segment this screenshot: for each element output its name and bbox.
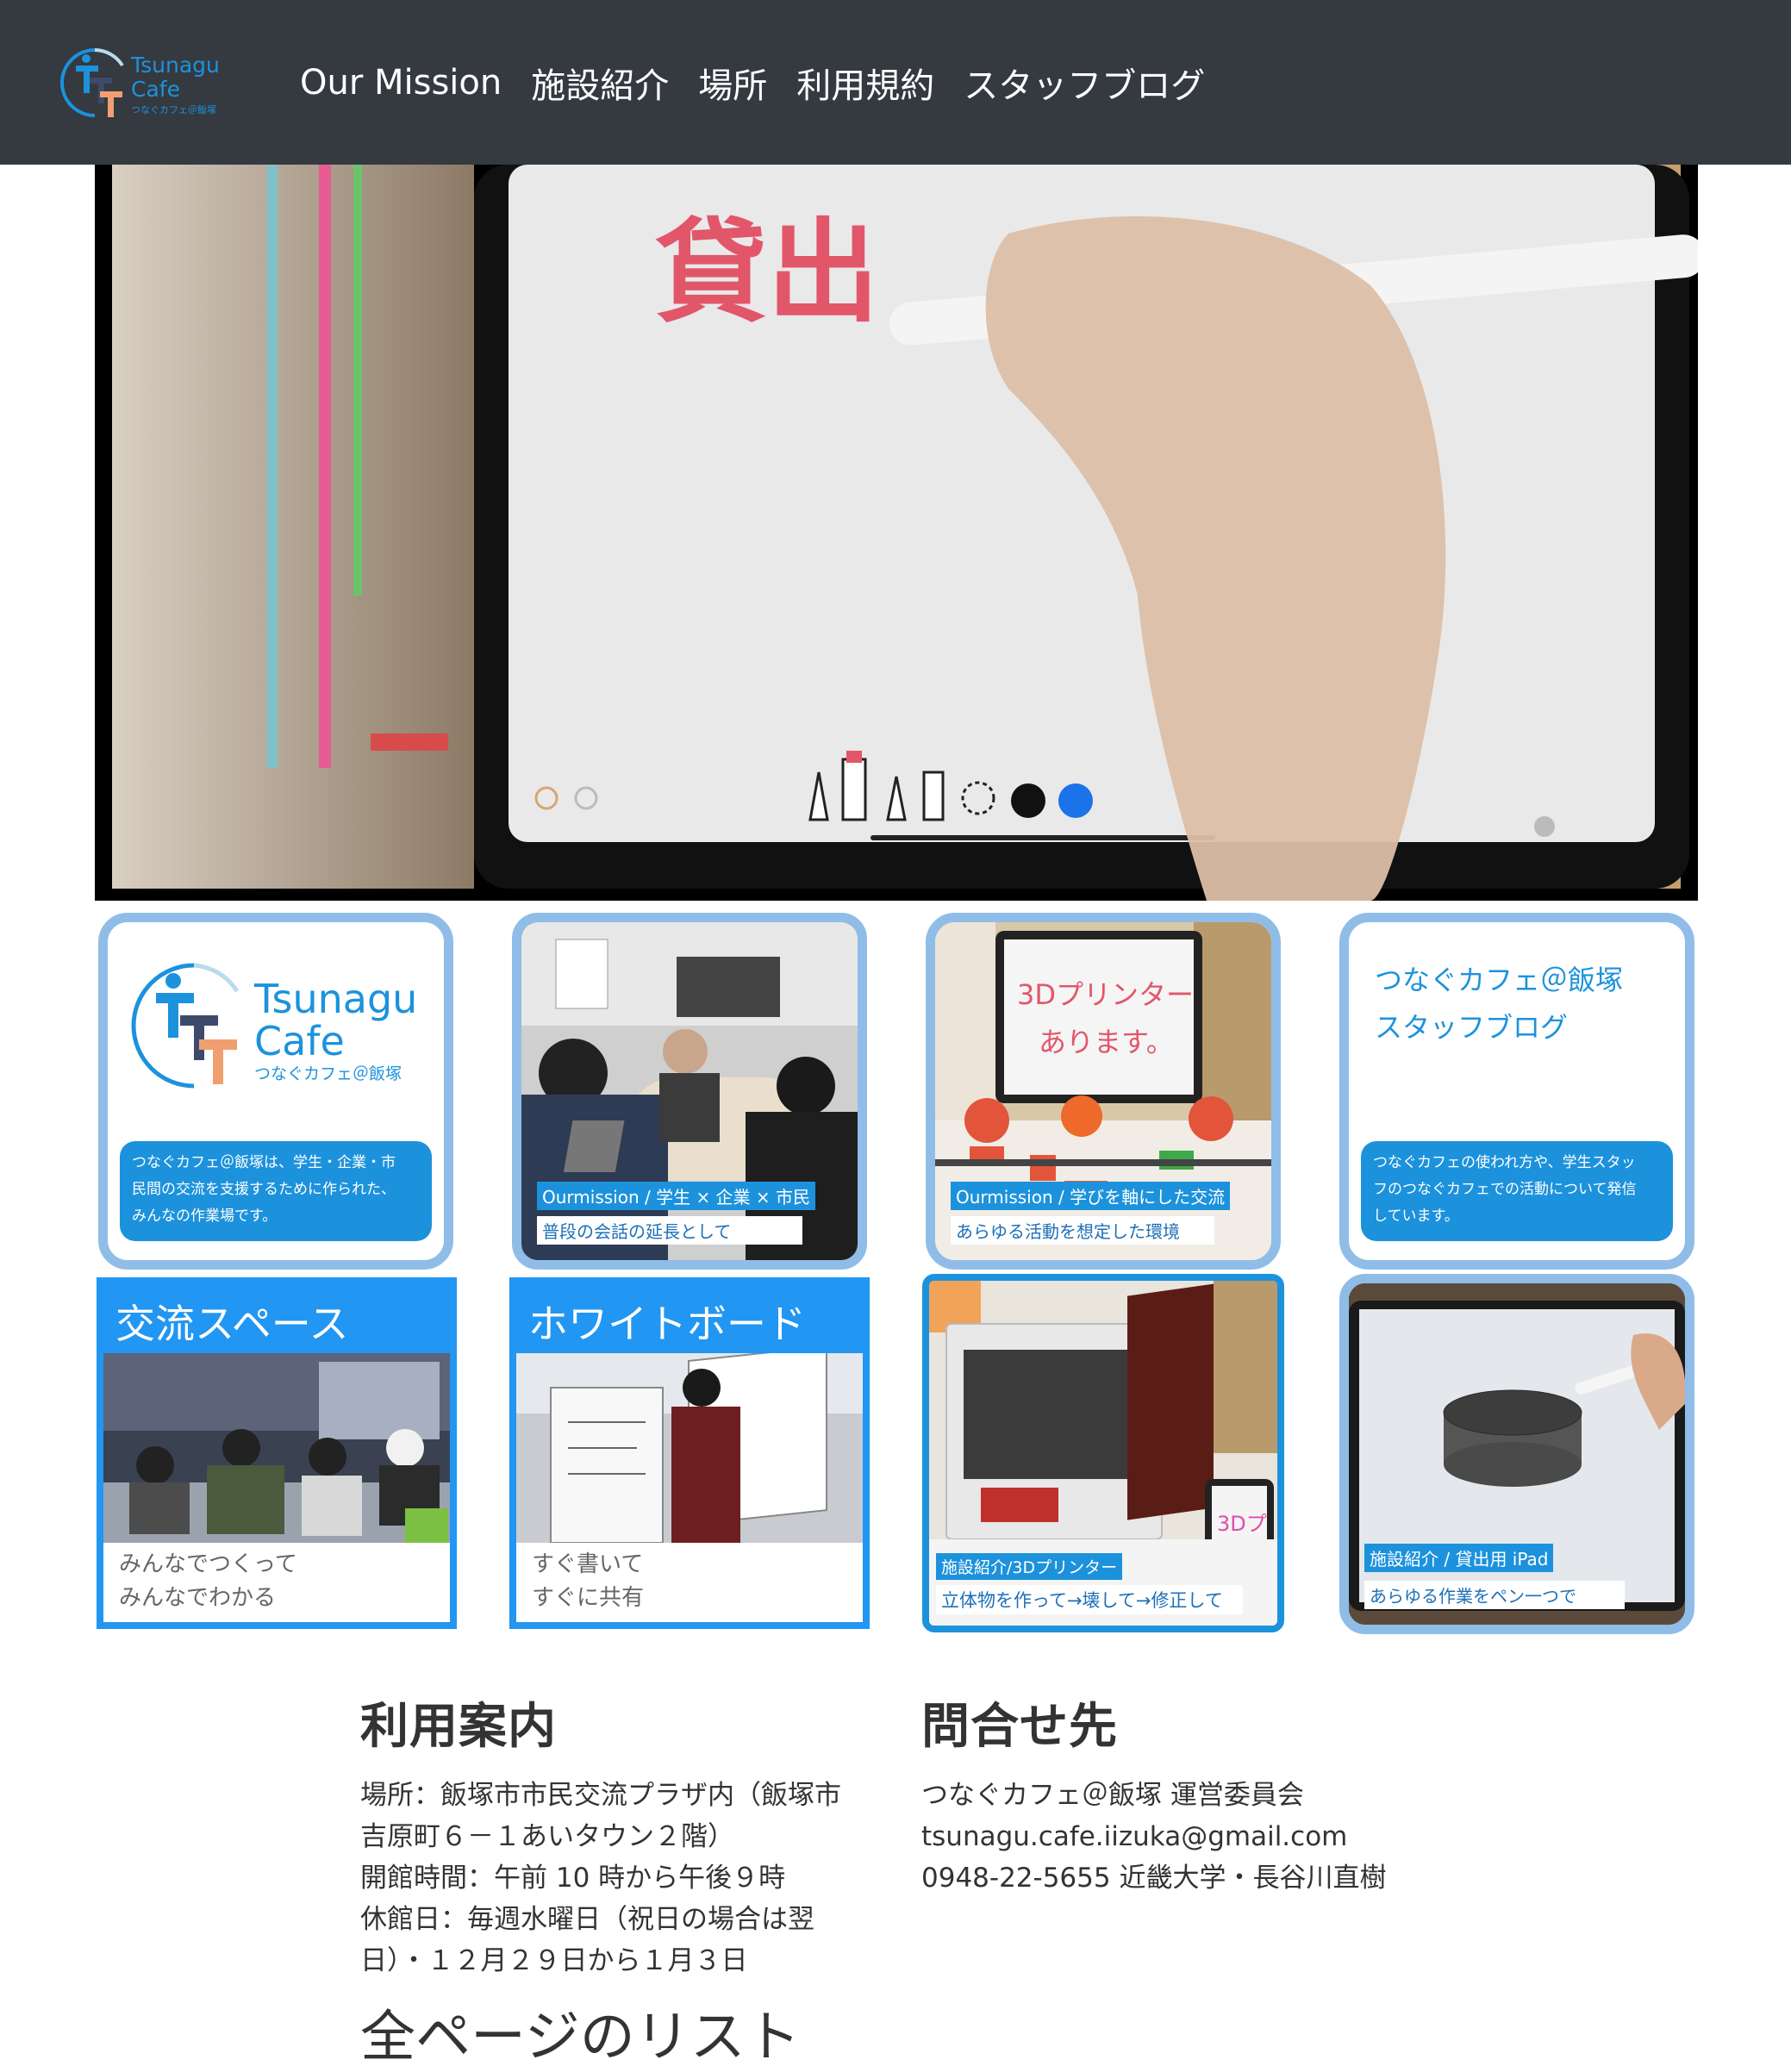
mission-subcaption: 普段の会話の延長として <box>537 1216 802 1245</box>
3d-printer-subcaption: 立体物を作って→壊して→修正して <box>936 1585 1243 1614</box>
whiteboard-card[interactable]: ホワイトボード すぐ書いて すぐに共有 <box>509 1277 870 1629</box>
mission-caption: Ourmission / 学生 × 企業 × 市民 <box>537 1182 816 1210</box>
usage-line: 吉原町６－１あいタウン２階） <box>360 1821 734 1852</box>
ipad-3d-model-photo <box>1349 1283 1685 1625</box>
tagline-line: みんなでつくって <box>119 1551 297 1577</box>
desc-line: つなぐカフェの使われ方や、学生スタッ <box>1373 1154 1636 1171</box>
usage-heading: 利用案内 <box>360 1699 557 1755</box>
usage-line: 休館日：毎週水曜日（祝日の場合は翌 <box>360 1904 814 1935</box>
tagline-line: みんなでわかる <box>119 1585 277 1611</box>
whiteboard-title: ホワイトボード <box>516 1284 863 1353</box>
svg-text:貸出: 貸出 <box>655 207 879 338</box>
svg-text:あります。: あります。 <box>1039 1026 1174 1058</box>
tsunagu-logo-icon: Tsunagu Cafe つなぐカフェ＠飯塚 <box>60 48 220 117</box>
desc-line: しています。 <box>1373 1208 1459 1225</box>
about-card[interactable]: Tsunagu Cafe つなぐカフェ＠飯塚 つなぐカフェ＠飯塚は、学生・企業・… <box>98 913 453 1270</box>
svg-text:つなぐカフェ＠飯塚: つなぐカフェ＠飯塚 <box>131 103 216 115</box>
desc-line: みんなの作業場です。 <box>132 1208 278 1225</box>
whiteboard-tagline: すぐ書いて すぐに共有 <box>516 1543 863 1622</box>
ipad-drawing-photo: 貸出 <box>95 165 1698 901</box>
svg-text:つなぐカフェ＠飯塚: つなぐカフェ＠飯塚 <box>254 1064 402 1083</box>
3d-printer-card[interactable]: 3Dプ 施設紹介/3Dプリンター 立体物を作って→壊して→修正して <box>922 1274 1284 1632</box>
contact-heading: 問合せ先 <box>921 1699 1118 1755</box>
usage-info-section: 利用案内 場所：飯塚市市民交流プラザ内（飯塚市 吉原町６－１あいタウン２階） 開… <box>360 1688 877 1982</box>
exchange-space-tagline: みんなでつくって みんなでわかる <box>103 1543 450 1622</box>
mission-card[interactable]: Ourmission / 学生 × 企業 × 市民 普段の会話の延長として <box>512 913 867 1270</box>
blog-title: つなぐカフェ＠飯塚 スタッフブログ <box>1375 957 1623 1052</box>
top-navbar: Tsunagu Cafe つなぐカフェ＠飯塚 Our Mission 施設紹介 … <box>0 0 1791 165</box>
exchange-space-photo <box>103 1353 450 1546</box>
desc-line: つなぐカフェ＠飯塚は、学生・企業・市 <box>132 1154 396 1171</box>
nav-location[interactable]: 場所 <box>698 58 767 108</box>
learning-subcaption: あらゆる活動を想定した環境 <box>951 1216 1214 1245</box>
blog-description: つなぐカフェの使われ方や、学生スタッ フのつなぐカフェでの活動について発信 して… <box>1361 1141 1673 1241</box>
ipad-card[interactable]: 施設紹介 / 貸出用 iPad あらゆる作業をペン一つで <box>1339 1274 1694 1634</box>
all-pages-heading: 全ページのリスト <box>360 2006 801 2069</box>
site-logo[interactable]: Tsunagu Cafe つなぐカフェ＠飯塚 <box>52 40 224 126</box>
tsunagu-logo-large-icon: Tsunagu Cafe つなぐカフェ＠飯塚 <box>131 963 417 1089</box>
hero-image: 貸出 <box>95 165 1698 901</box>
usage-line: 日）・１２月２９日から１月３日 <box>360 1945 748 1976</box>
nav-staff-blog[interactable]: スタッフブログ <box>964 58 1205 108</box>
svg-text:Tsunagu: Tsunagu <box>130 53 220 78</box>
blog-title-line: つなぐカフェ＠飯塚 <box>1375 964 1624 996</box>
contact-org: つなぐカフェ＠飯塚 運営委員会 <box>921 1780 1304 1811</box>
nav-our-mission[interactable]: Our Mission <box>300 63 502 103</box>
about-description: つなぐカフェ＠飯塚は、学生・企業・市 民間の交流を支援するために作られた、 みん… <box>120 1141 432 1241</box>
nav-facilities[interactable]: 施設紹介 <box>531 58 669 108</box>
ipad-subcaption: あらゆる作業をペン一つで <box>1364 1581 1625 1609</box>
desc-line: フのつなぐカフェでの活動について発信 <box>1373 1181 1637 1198</box>
svg-text:Cafe: Cafe <box>254 1018 345 1064</box>
nav-terms[interactable]: 利用規約 <box>796 58 934 108</box>
contact-section: 問合せ先 つなぐカフェ＠飯塚 運営委員会 tsunagu.cafe.iizuka… <box>921 1688 1456 1899</box>
blog-title-line: スタッフブログ <box>1375 1011 1569 1044</box>
usage-line: 場所：飯塚市市民交流プラザ内（飯塚市 <box>360 1780 841 1811</box>
exchange-space-title: 交流スペース <box>103 1284 450 1353</box>
3d-printer-caption: 施設紹介/3Dプリンター <box>936 1553 1123 1580</box>
nav-links: Our Mission 施設紹介 場所 利用規約 スタッフブログ <box>300 0 1205 165</box>
whiteboard-photo <box>516 1353 863 1551</box>
exchange-space-card[interactable]: 交流スペース みんなでつくって みんなでわかる <box>97 1277 457 1629</box>
tagline-line: すぐ書いて <box>532 1551 644 1577</box>
staff-blog-card[interactable]: つなぐカフェ＠飯塚 スタッフブログ つなぐカフェの使われ方や、学生スタッ フのつ… <box>1339 913 1694 1270</box>
usage-line: 開館時間：午前 10 時から午後９時 <box>360 1863 786 1894</box>
svg-text:3Dプ: 3Dプ <box>1217 1512 1267 1536</box>
tagline-line: すぐに共有 <box>532 1585 645 1611</box>
svg-text:Tsunagu: Tsunagu <box>253 976 417 1022</box>
desc-line: 民間の交流を支援するために作られた、 <box>132 1181 396 1198</box>
learning-caption: Ourmission / 学びを軸にした交流 <box>951 1182 1231 1210</box>
learning-card[interactable]: 3Dプリンター あります。 Ourmission / 学びを軸にした交流 あらゆ… <box>926 913 1281 1270</box>
ipad-caption: 施設紹介 / 貸出用 iPad <box>1364 1544 1554 1572</box>
svg-text:3Dプリンター: 3Dプリンター <box>1017 978 1194 1011</box>
contact-phone: 0948-22-5655 近畿大学・長谷川直樹 <box>921 1863 1387 1894</box>
contact-email[interactable]: tsunagu.cafe.iizuka@gmail.com <box>921 1816 1456 1857</box>
svg-text:Cafe: Cafe <box>131 77 180 102</box>
